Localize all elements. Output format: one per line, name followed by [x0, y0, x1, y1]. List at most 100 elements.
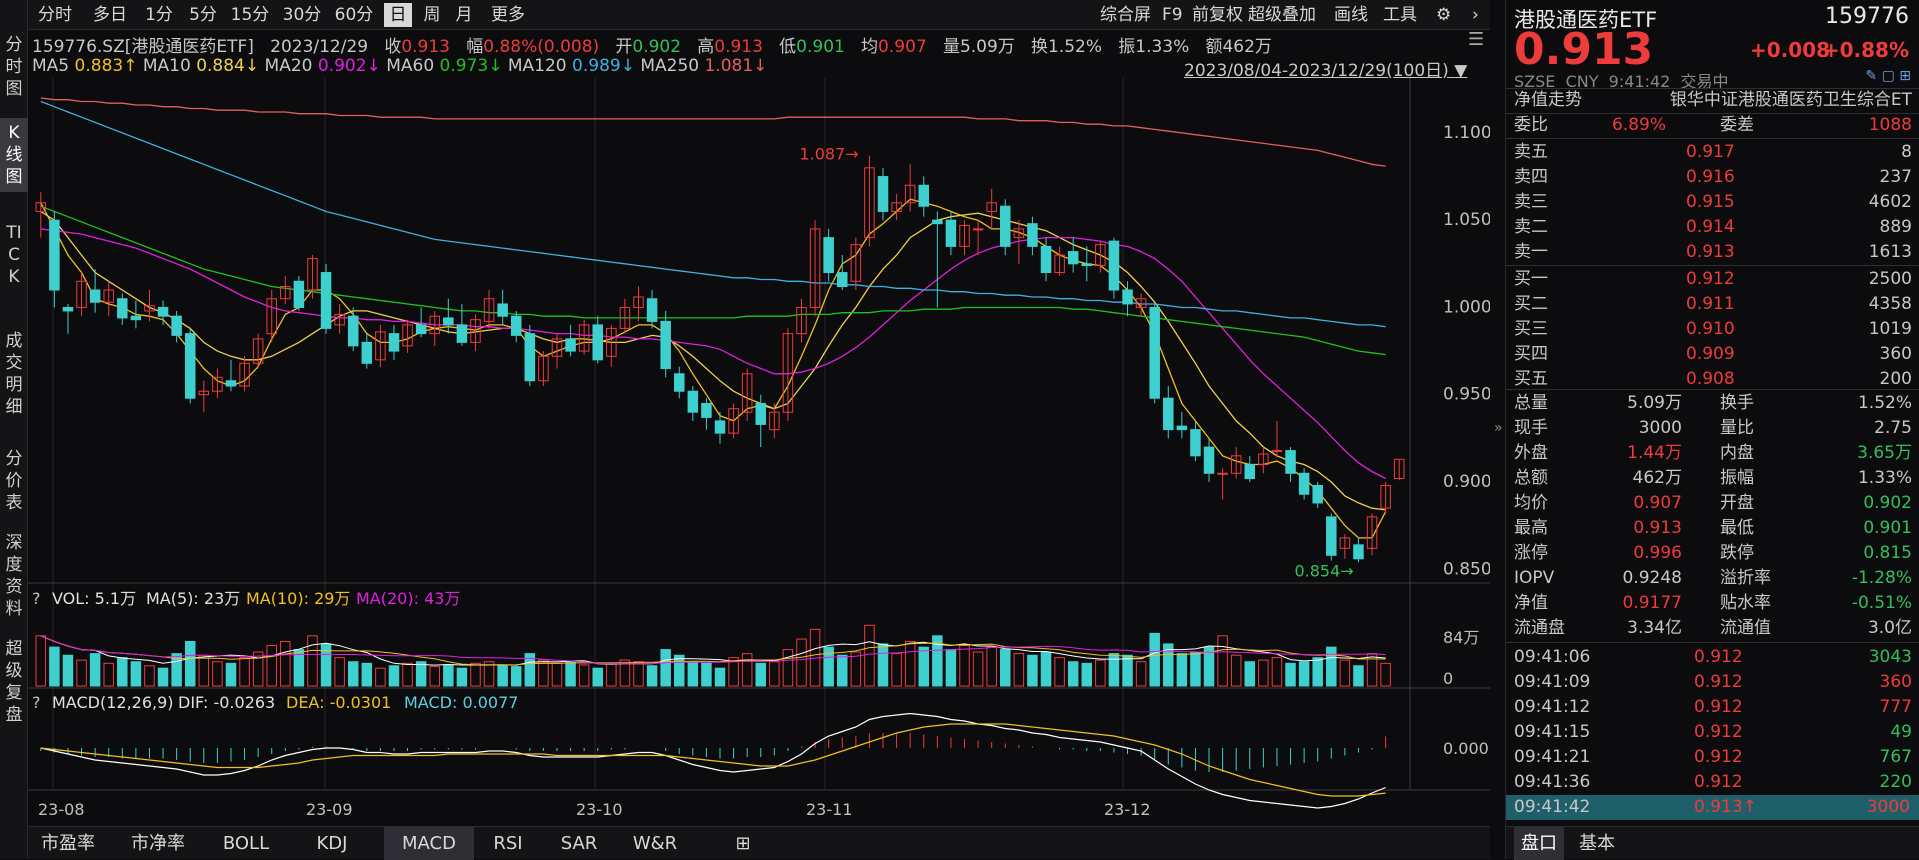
gear-icon[interactable]: ⚙: [1436, 3, 1451, 27]
nav-trend-row[interactable]: 净值走势 银华中证港股通医药卫生综合ET: [1514, 88, 1914, 113]
volume-bar: [714, 667, 726, 687]
tick-row[interactable]: 09:41:15 0.912 49: [1514, 720, 1914, 745]
panel-tool-icons[interactable]: ✎ ▢ ⊞: [1865, 68, 1911, 84]
tool-4[interactable]: 画线: [1334, 3, 1368, 27]
tick-row[interactable]: 09:41:12 0.912 777: [1514, 695, 1914, 720]
period-3[interactable]: 5分: [184, 3, 222, 27]
volume-bar: [1217, 635, 1228, 687]
indicator-tab-2[interactable]: BOLL: [208, 827, 284, 860]
candle-body: [1027, 223, 1038, 247]
volume-bar: [578, 664, 590, 687]
volume-bar: [1190, 651, 1201, 687]
period-4[interactable]: 15分: [228, 3, 272, 27]
sidebar-tab-3[interactable]: 成交明细: [0, 326, 28, 422]
sidebar-tab-6[interactable]: 超级复盘: [0, 634, 28, 730]
volume-bar: [551, 662, 563, 687]
indicator-tab-3[interactable]: KDJ: [292, 827, 372, 860]
tool-2[interactable]: 前复权: [1192, 3, 1243, 27]
list-view-icon[interactable]: ☰: [1468, 29, 1484, 50]
indicator-tab-5[interactable]: RSI: [478, 827, 538, 860]
candle-body: [1108, 240, 1120, 291]
collapse-arrow-icon[interactable]: »: [1494, 420, 1503, 436]
tick-row[interactable]: 09:41:09 0.912 360: [1514, 670, 1914, 695]
tool-3[interactable]: 超级叠加: [1248, 3, 1316, 27]
indicator-tab-7[interactable]: W&R: [620, 827, 690, 860]
tool-5[interactable]: 工具: [1383, 3, 1417, 27]
sidebar-tab-0[interactable]: 分时图: [0, 30, 28, 104]
period-6[interactable]: 60分: [332, 3, 376, 27]
ma-value-2: 0.902↓: [317, 56, 381, 76]
date-tick-4: 23-12: [1104, 800, 1151, 819]
sidebar-tab-2[interactable]: TICK: [0, 218, 28, 292]
volume-bar: [239, 657, 250, 687]
period-5[interactable]: 30分: [278, 3, 326, 27]
volume-bar: [1054, 657, 1065, 687]
chart-area[interactable]: 1.100 1.050 1.000 0.950 0.900 0.850 1.087→ 0.85…: [28, 78, 1492, 824]
volume-bar: [429, 666, 440, 687]
candle-body: [823, 237, 834, 274]
indicator-tab-0[interactable]: 市盈率: [28, 827, 108, 860]
volume-bar: [76, 659, 87, 687]
volume-bar: [456, 667, 468, 687]
volume-bar: [877, 643, 889, 687]
bids-row[interactable]: 买三 0.910 1019: [1514, 317, 1914, 342]
price-tick-4: 0.900: [1443, 472, 1490, 492]
sidebar-tab-1[interactable]: K线图: [0, 118, 28, 192]
candle-body: [320, 272, 332, 329]
asks-row[interactable]: 卖三 0.915 4602: [1514, 190, 1914, 215]
volume-bar: [592, 667, 603, 687]
asks-row[interactable]: 卖一 0.913 1613: [1514, 240, 1914, 265]
period-2[interactable]: 1分: [142, 3, 176, 27]
ma-line-MA10: [40, 210, 1386, 511]
indicator-tab-1[interactable]: 市净率: [116, 827, 200, 860]
ma-value-1: 0.884↓: [196, 56, 260, 76]
tick-row[interactable]: 09:41:21 0.912 767: [1514, 745, 1914, 770]
volume-bar: [1081, 662, 1093, 687]
price-tick-1: 1.050: [1443, 210, 1490, 230]
sidebar-tab-5[interactable]: 深度资料: [0, 528, 28, 624]
tick-row[interactable]: 09:41:42 0.913↑ 3000: [1506, 795, 1919, 820]
add-indicator-icon[interactable]: ⊞: [728, 827, 758, 860]
tool-0[interactable]: 综合屏: [1100, 3, 1151, 27]
bids-row[interactable]: 买一 0.912 2500: [1514, 267, 1914, 292]
period-10[interactable]: 更多: [486, 3, 530, 27]
kline-chart-svg[interactable]: 1.100 1.050 1.000 0.950 0.900 0.850 1.087→ 0.85…: [28, 78, 1492, 824]
tool-1[interactable]: F9: [1162, 3, 1183, 27]
tab-pankou[interactable]: 盘口: [1514, 827, 1564, 860]
period-1[interactable]: 多日: [86, 3, 134, 27]
bids-row[interactable]: 买二 0.911 4358: [1514, 292, 1914, 317]
chevron-right-icon[interactable]: ›: [1472, 3, 1479, 27]
close-value: 0.913: [401, 37, 450, 57]
bids-row[interactable]: 买四 0.909 360: [1514, 342, 1914, 367]
candle-body: [443, 317, 454, 326]
period-0[interactable]: 分时: [32, 3, 78, 27]
stat-row: 流通盘 3.34亿 流通值 3.0亿: [1514, 618, 1912, 638]
asks-row[interactable]: 卖四 0.916 237: [1514, 165, 1914, 190]
tick-row[interactable]: 09:41:36 0.912 220: [1514, 770, 1914, 795]
indicator-tab-4[interactable]: MACD: [384, 827, 474, 860]
candle-body: [837, 272, 848, 288]
period-8[interactable]: 周: [418, 3, 446, 27]
volume-bar: [443, 664, 454, 687]
asks-row[interactable]: 卖五 0.917 8: [1514, 140, 1914, 165]
period-7[interactable]: 日: [384, 3, 412, 27]
turnover-value: 1.52%: [1048, 37, 1103, 57]
period-9[interactable]: 月: [450, 3, 478, 27]
candle-body: [415, 324, 427, 335]
candle-body: [130, 315, 142, 321]
indicator-tab-6[interactable]: SAR: [544, 827, 614, 860]
macd-help: ?: [32, 693, 41, 712]
sidebar-tab-4[interactable]: 分价表: [0, 444, 28, 518]
asks-row[interactable]: 卖二 0.914 889: [1514, 215, 1914, 240]
volume-bar: [1095, 659, 1106, 687]
tick-row[interactable]: 09:41:06 0.912 3043: [1514, 645, 1914, 670]
volume-bar: [904, 640, 916, 687]
volume-bar: [864, 624, 875, 687]
tab-basic[interactable]: 基本: [1572, 827, 1622, 860]
vol-ma20: MA(20): 43万: [356, 589, 460, 608]
min-price-label: 0.854→: [1294, 561, 1353, 580]
volume-bar: [198, 654, 210, 687]
volume-bar: [89, 653, 101, 687]
ma-label-3: MA60: [386, 56, 435, 76]
candle-body: [1081, 263, 1093, 267]
